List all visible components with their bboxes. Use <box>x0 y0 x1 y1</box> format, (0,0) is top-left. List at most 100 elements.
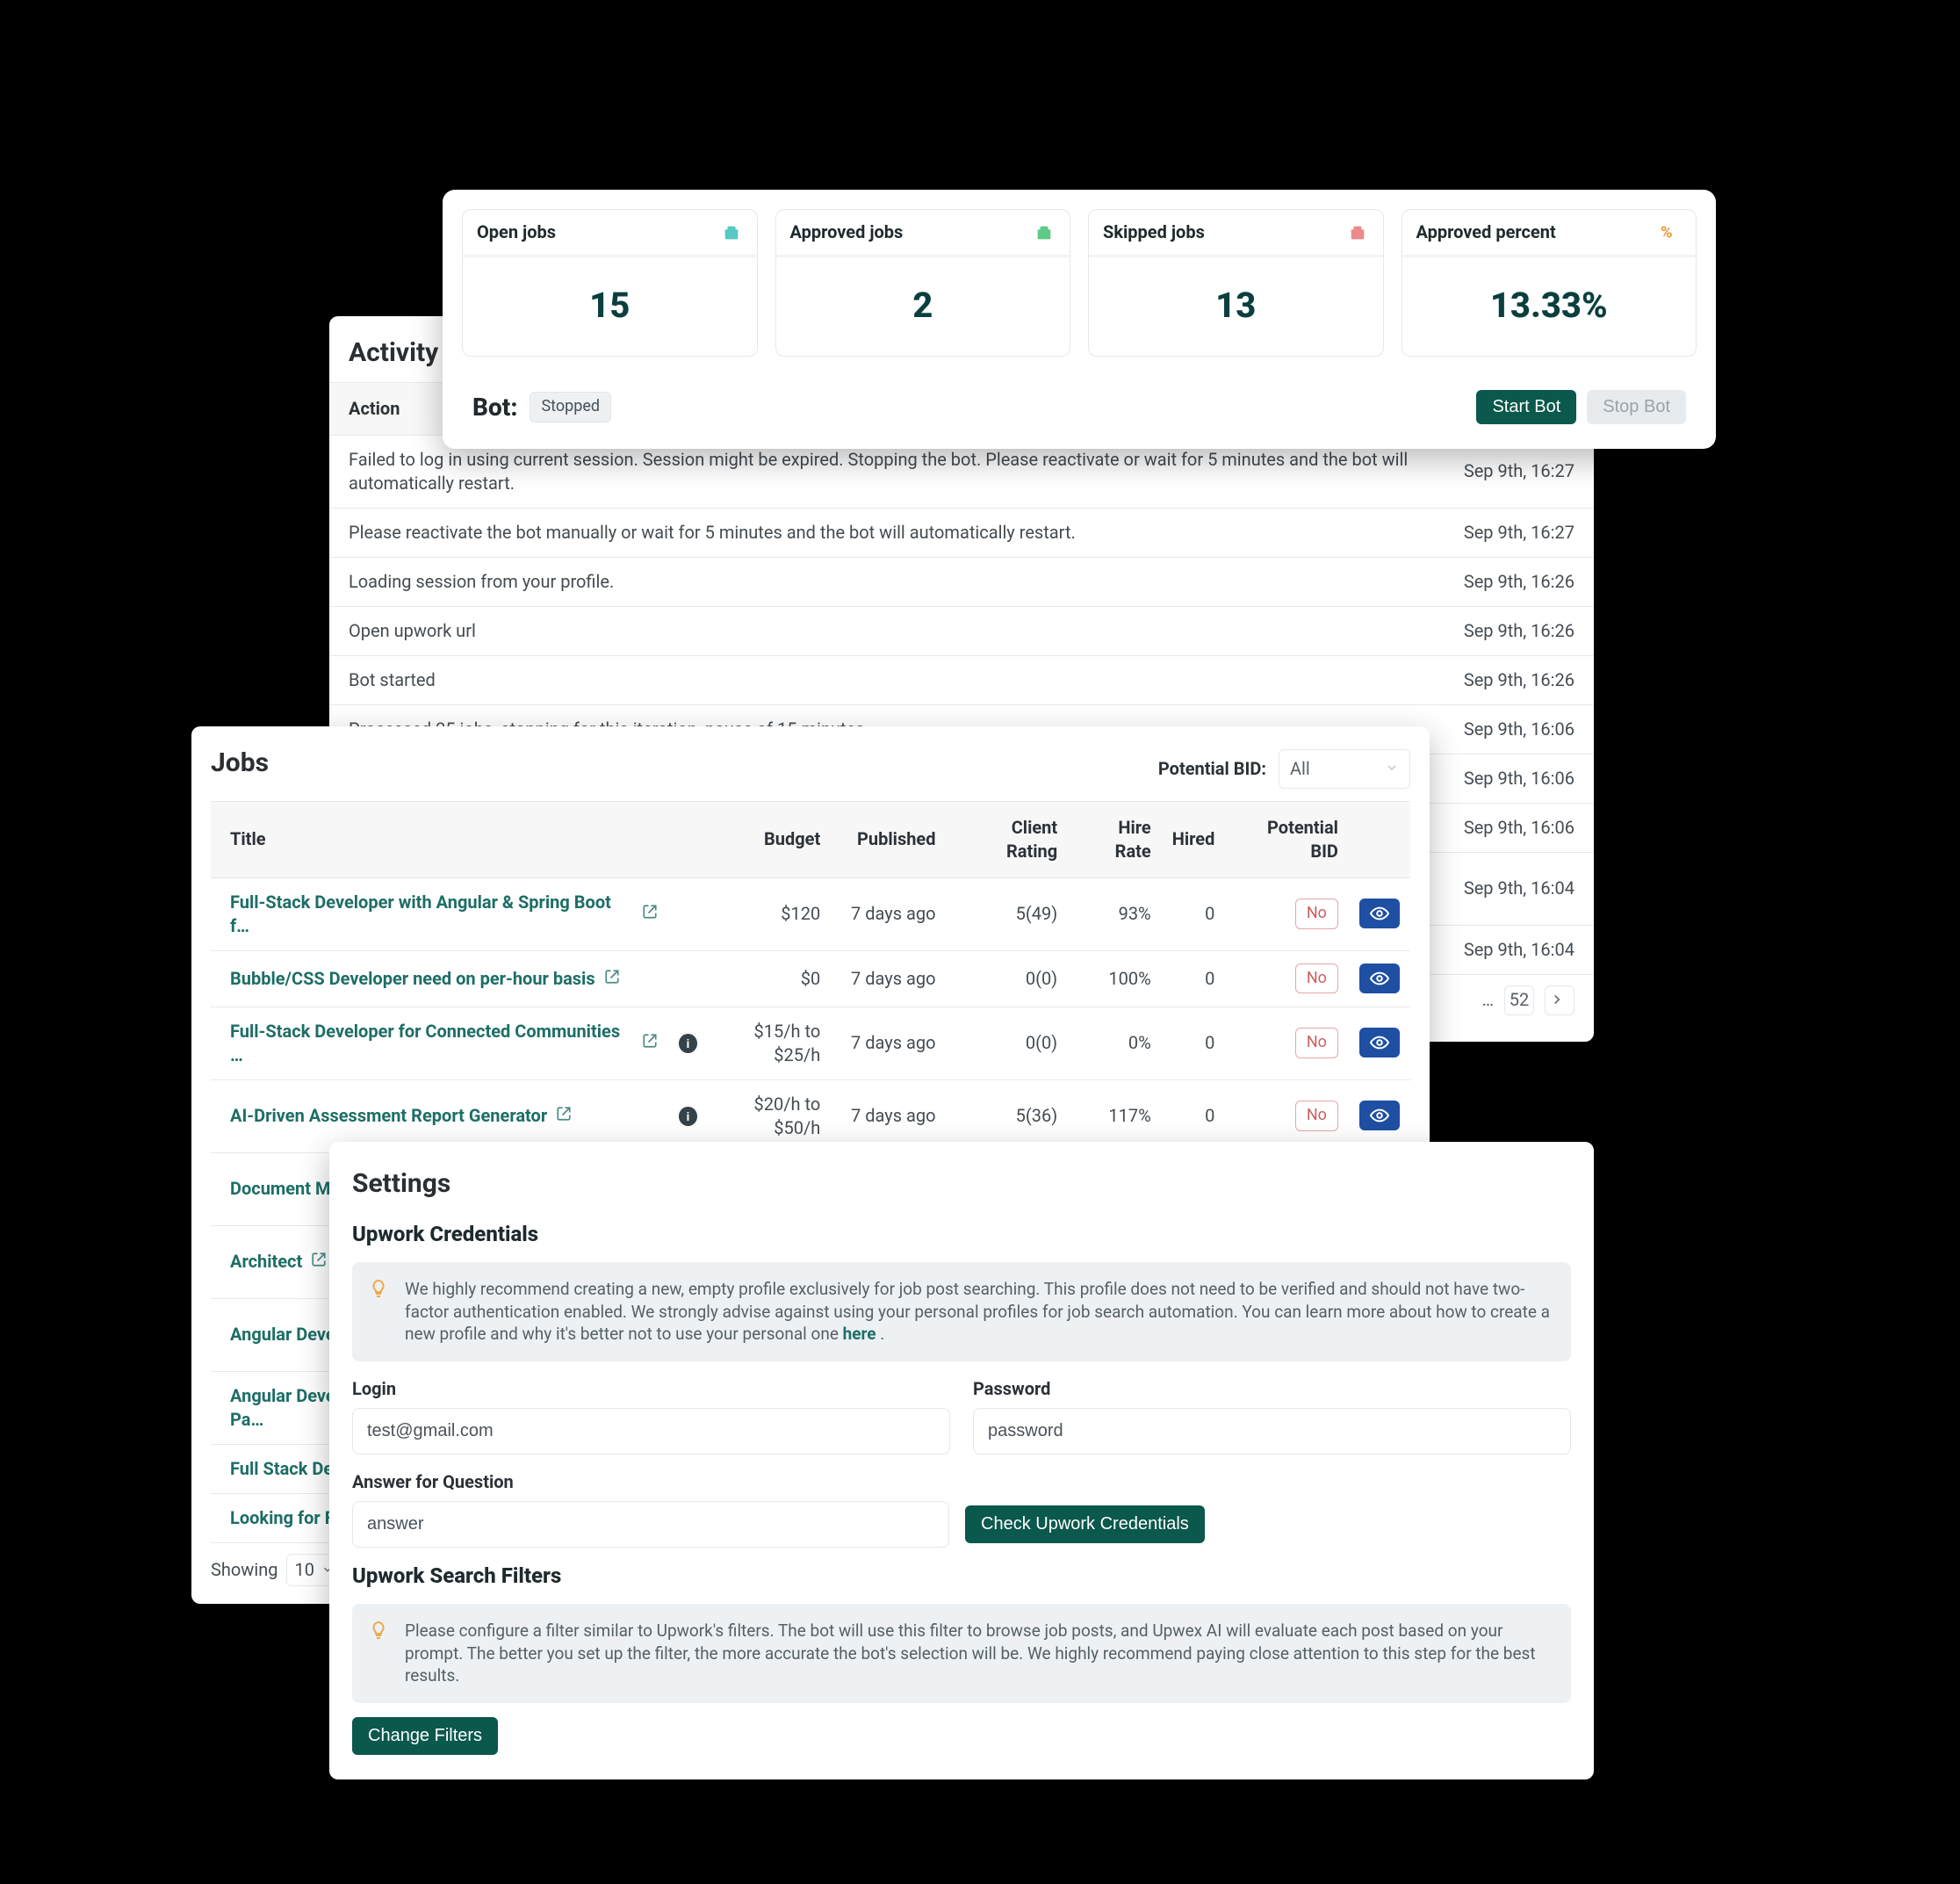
dashboard-panel: Open jobs 15 Approved jobs 2 Skipped job… <box>443 190 1716 449</box>
job-title-link[interactable]: Architect <box>230 1250 327 1274</box>
activity-date: Sep 9th, 16:04 <box>1445 925 1594 974</box>
jobs-row: Full-Stack Developer with Angular & Spri… <box>211 877 1410 950</box>
stat-card: Approved jobs 2 <box>775 209 1071 357</box>
job-rating: 0(0) <box>947 1007 1069 1079</box>
password-label: Password <box>973 1377 1571 1401</box>
jobs-col-bid: Potential BID <box>1225 801 1349 877</box>
job-hired: 0 <box>1162 1007 1226 1079</box>
activity-row: Loading session from your profile. Sep 9… <box>329 557 1594 606</box>
activity-date: Sep 9th, 16:26 <box>1445 606 1594 655</box>
external-link-icon <box>642 1031 658 1055</box>
lightbulb-icon <box>368 1278 393 1305</box>
stat-card-label: Approved percent <box>1416 220 1556 244</box>
jobs-filter-label: Potential BID: <box>1158 757 1266 781</box>
job-hired: 0 <box>1162 877 1226 950</box>
credentials-heading: Upwork Credentials <box>352 1220 1571 1248</box>
view-job-button[interactable] <box>1359 1028 1400 1057</box>
job-bid-pill: No <box>1295 1101 1338 1130</box>
jobs-col-rating: Client Rating <box>947 801 1069 877</box>
view-job-button[interactable] <box>1359 964 1400 993</box>
stat-card-label: Open jobs <box>477 220 556 244</box>
credentials-note-text: We highly recommend creating a new, empt… <box>405 1279 1550 1344</box>
info-icon: i <box>679 1107 698 1126</box>
briefcase-icon <box>720 223 743 242</box>
jobs-filter-select[interactable]: All <box>1279 749 1410 789</box>
job-rating: 0(0) <box>947 950 1069 1007</box>
jobs-title: Jobs <box>211 746 269 782</box>
job-title-link[interactable]: Full-Stack Developer for Connected Commu… <box>230 1020 658 1067</box>
job-bid-pill: No <box>1295 1028 1338 1057</box>
external-link-icon <box>642 902 658 926</box>
external-link-icon <box>556 1104 572 1128</box>
job-title-link[interactable]: Bubble/CSS Developer need on per-hour ba… <box>230 967 620 991</box>
stat-card-value: 13.33% <box>1411 282 1688 329</box>
login-input[interactable] <box>352 1408 950 1455</box>
briefcase-icon <box>1033 223 1056 242</box>
activity-row: Please reactivate the bot manually or wa… <box>329 508 1594 557</box>
activity-date: Sep 9th, 16:04 <box>1445 852 1594 925</box>
job-published: 7 days ago <box>831 877 946 950</box>
job-budget: $20/h to $50/h <box>704 1093 820 1140</box>
pager-page[interactable]: 52 <box>1504 985 1534 1015</box>
stat-card: Open jobs 15 <box>462 209 758 357</box>
activity-row: Bot started Sep 9th, 16:26 <box>329 655 1594 704</box>
jobs-row: Bubble/CSS Developer need on per-hour ba… <box>211 950 1410 1007</box>
job-bid-pill: No <box>1295 964 1338 993</box>
start-bot-button[interactable]: Start Bot <box>1476 390 1576 424</box>
bot-status: Stopped <box>530 392 611 422</box>
stop-bot-button[interactable]: Stop Bot <box>1587 390 1686 424</box>
bot-label: Bot: <box>472 391 517 424</box>
jobs-col-hirerate: Hire Rate <box>1068 801 1162 877</box>
activity-date: Sep 9th, 16:26 <box>1445 655 1594 704</box>
jobs-col-budget: Budget <box>668 801 832 877</box>
stat-card-label: Approved jobs <box>790 220 904 244</box>
job-budget: $15/h to $25/h <box>704 1020 820 1067</box>
jobs-showing: Showing <box>211 1558 277 1582</box>
activity-date: Sep 9th, 16:26 <box>1445 557 1594 606</box>
stat-card: Approved percent % 13.33% <box>1402 209 1697 357</box>
job-hirerate: 100% <box>1068 950 1162 1007</box>
briefcase-icon: % <box>1659 223 1682 242</box>
password-input[interactable] <box>973 1408 1571 1455</box>
stat-card-value: 15 <box>472 282 748 329</box>
stat-card-value: 2 <box>785 282 1062 329</box>
stat-card: Skipped jobs 13 <box>1088 209 1384 357</box>
change-filters-button[interactable]: Change Filters <box>352 1717 498 1755</box>
jobs-row: Full-Stack Developer for Connected Commu… <box>211 1007 1410 1079</box>
job-published: 7 days ago <box>831 950 946 1007</box>
filters-heading: Upwork Search Filters <box>352 1562 1571 1590</box>
external-link-icon <box>604 967 620 991</box>
activity-date: Sep 9th, 16:27 <box>1445 508 1594 557</box>
pager-next[interactable] <box>1545 985 1574 1015</box>
activity-date: Sep 9th, 16:06 <box>1445 803 1594 852</box>
job-published: 7 days ago <box>831 1007 946 1079</box>
check-credentials-button[interactable]: Check Upwork Credentials <box>965 1505 1205 1543</box>
activity-action: Loading session from your profile. <box>329 557 1445 606</box>
credentials-note: We highly recommend creating a new, empt… <box>352 1262 1571 1361</box>
svg-text:%: % <box>1661 223 1673 242</box>
job-hirerate: 93% <box>1068 877 1162 950</box>
answer-label: Answer for Question <box>352 1470 1571 1494</box>
job-budget: $120 <box>781 902 820 926</box>
jobs-col-published: Published <box>831 801 946 877</box>
view-job-button[interactable] <box>1359 899 1400 928</box>
settings-panel: Settings Upwork Credentials We highly re… <box>329 1142 1594 1779</box>
chevron-right-icon <box>1549 990 1570 1011</box>
settings-title: Settings <box>352 1166 1571 1202</box>
answer-input[interactable] <box>352 1501 949 1548</box>
jobs-col-hired: Hired <box>1162 801 1226 877</box>
info-icon: i <box>679 1034 698 1053</box>
pager-ellipsis: … <box>1482 988 1494 1012</box>
job-title-link[interactable]: AI-Driven Assessment Report Generator <box>230 1104 572 1128</box>
view-job-button[interactable] <box>1359 1101 1400 1130</box>
login-label: Login <box>352 1377 950 1401</box>
job-bid-pill: No <box>1295 899 1338 928</box>
job-hirerate: 0% <box>1068 1007 1162 1079</box>
job-title-link[interactable]: Full-Stack Developer with Angular & Spri… <box>230 891 658 938</box>
briefcase-icon <box>1346 223 1369 242</box>
activity-action: Bot started <box>329 655 1445 704</box>
stat-card-value: 13 <box>1098 282 1374 329</box>
job-budget: $0 <box>801 967 820 991</box>
credentials-note-link[interactable]: here <box>843 1324 876 1344</box>
activity-date: Sep 9th, 16:06 <box>1445 754 1594 803</box>
